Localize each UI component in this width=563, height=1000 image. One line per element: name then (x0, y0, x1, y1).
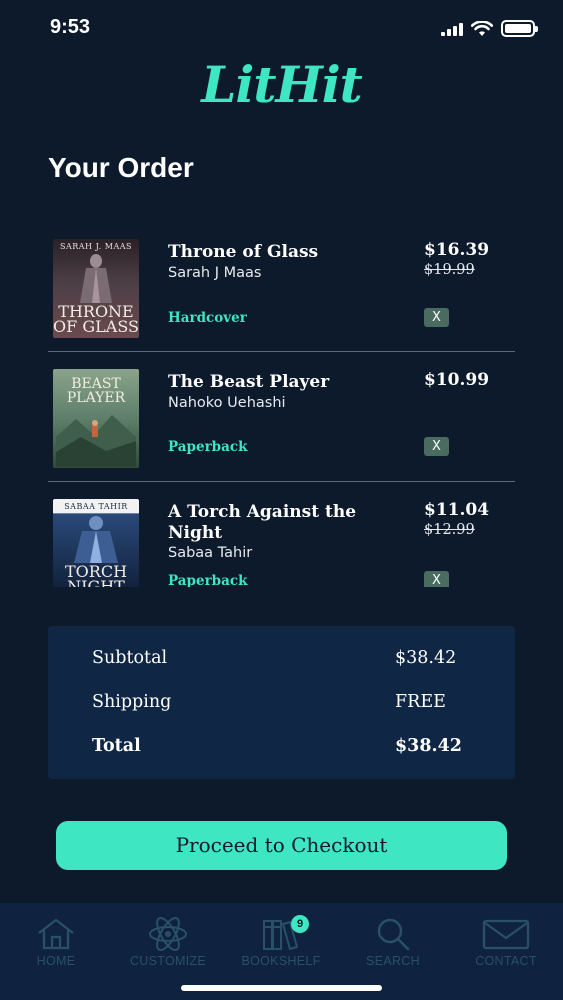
book-cover[interactable]: BEAST PLAYER (53, 369, 139, 468)
order-item: SARAH J. MAAS THRONE OF GLASS Throne of … (48, 222, 515, 352)
book-title[interactable]: The Beast Player (168, 372, 368, 393)
book-author: Sabaa Tahir (168, 545, 253, 561)
app-logo: LitHit (0, 55, 563, 114)
order-item: SABAA TAHIR TORCH NIGHT A Torch Against … (48, 482, 515, 587)
battery-icon (501, 20, 538, 37)
remove-item-button[interactable]: X (424, 437, 449, 456)
book-title[interactable]: A Torch Against the Night (168, 502, 368, 544)
book-price: $10.99 (424, 370, 490, 390)
order-item: BEAST PLAYER The Beast Player Nahoko Ueh… (48, 352, 515, 482)
tab-home[interactable]: HOME (6, 917, 106, 968)
tab-label: CONTACT (475, 954, 537, 968)
book-original-price: $12.99 (424, 522, 475, 538)
cover-author-text: SARAH J. MAAS (60, 242, 132, 251)
book-price: $16.39 (424, 240, 490, 260)
atom-icon (149, 917, 187, 951)
order-summary: Subtotal $38.42 Shipping FREE Total $38.… (48, 626, 515, 779)
tab-bookshelf[interactable]: 9 BOOKSHELF (231, 915, 331, 968)
proceed-to-checkout-button[interactable]: Proceed to Checkout (56, 821, 507, 870)
book-format[interactable]: Paperback (168, 439, 247, 455)
page-title: Your Order (48, 152, 194, 183)
tab-label: BOOKSHELF (241, 954, 321, 968)
tab-label: SEARCH (366, 954, 420, 968)
mail-icon (482, 919, 530, 950)
tab-label: CUSTOMIZE (129, 954, 207, 968)
bookshelf-count-badge: 9 (291, 915, 309, 933)
status-time: 9:53 (50, 16, 91, 38)
cellular-signal-icon (441, 22, 463, 36)
search-icon (377, 918, 410, 951)
home-icon (38, 918, 74, 950)
status-icons (441, 20, 538, 37)
order-list[interactable]: SARAH J. MAAS THRONE OF GLASS Throne of … (48, 222, 515, 587)
wifi-icon (471, 20, 493, 36)
remove-item-button[interactable]: X (424, 308, 449, 327)
shipping-label: Shipping (92, 692, 172, 712)
total-row: Total $38.42 (92, 736, 467, 756)
subtotal-label: Subtotal (92, 648, 168, 668)
subtotal-value: $38.42 (395, 648, 457, 668)
home-indicator[interactable] (181, 985, 382, 991)
cover-author-text: SABAA TAHIR (64, 502, 128, 511)
status-bar: 9:53 (0, 0, 563, 58)
shipping-value: FREE (395, 692, 446, 712)
book-format[interactable]: Paperback (168, 573, 247, 587)
tab-customize[interactable]: CUSTOMIZE (118, 917, 218, 968)
cover-figure-illustration (74, 516, 118, 563)
cover-figure-illustration (80, 254, 112, 303)
book-cover[interactable]: SARAH J. MAAS THRONE OF GLASS (53, 239, 139, 338)
cover-landscape-illustration (56, 415, 136, 467)
total-value: $38.42 (395, 736, 462, 756)
total-label: Total (92, 736, 141, 756)
shipping-row: Shipping FREE (92, 692, 467, 712)
book-cover[interactable]: SABAA TAHIR TORCH NIGHT (53, 499, 139, 587)
book-format[interactable]: Hardcover (168, 310, 247, 326)
tab-contact[interactable]: CONTACT (456, 917, 556, 968)
subtotal-row: Subtotal $38.42 (92, 648, 467, 668)
app-logo-text: LitHit (201, 55, 363, 114)
cover-title-text: TORCH NIGHT (64, 562, 128, 588)
tab-label: HOME (36, 954, 76, 968)
book-author: Nahoko Uehashi (168, 395, 286, 411)
cover-title-text: THRONE OF GLASS (53, 302, 139, 336)
book-original-price: $19.99 (424, 262, 475, 278)
remove-item-button[interactable]: X (424, 571, 449, 587)
book-author: Sarah J Maas (168, 265, 262, 281)
book-price: $11.04 (424, 500, 490, 520)
book-title[interactable]: Throne of Glass (168, 242, 368, 263)
tab-search[interactable]: SEARCH (343, 917, 443, 968)
cover-title-text: BEAST PLAYER (66, 376, 126, 406)
